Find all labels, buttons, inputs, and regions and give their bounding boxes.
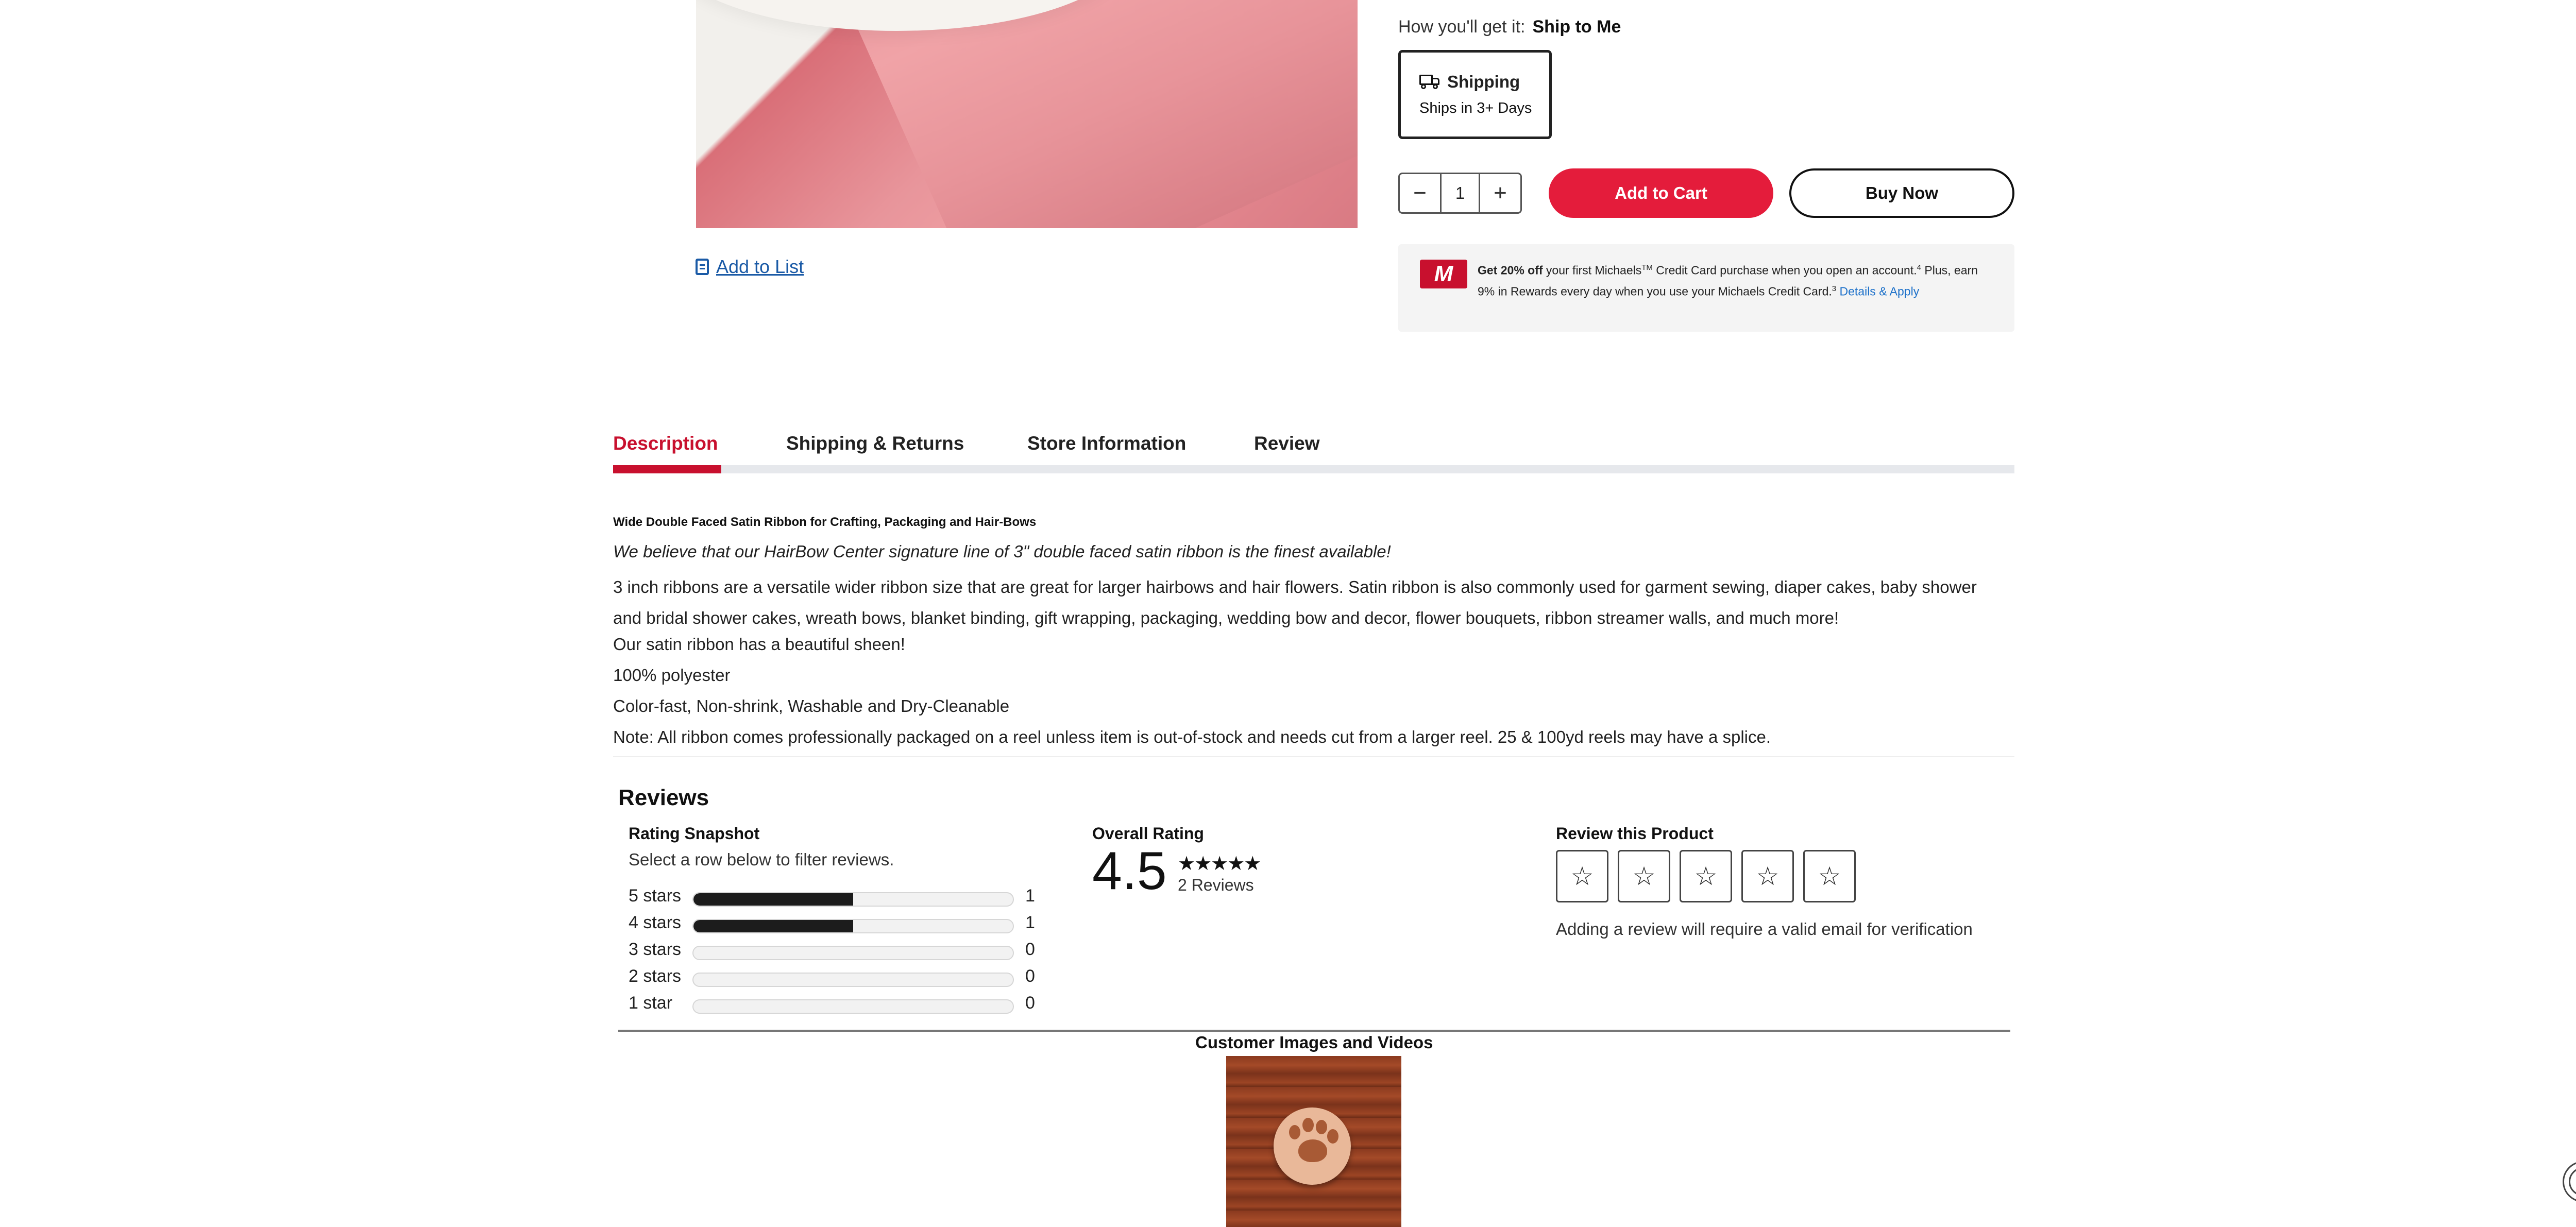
rating-row[interactable]: 4 stars 1 xyxy=(629,913,1041,940)
how-get-label: How you'll get it: xyxy=(1398,17,1526,37)
promo-footnote-4: 4 xyxy=(1917,263,1921,272)
how-get-value: Ship to Me xyxy=(1532,17,1621,37)
review-star-2-button[interactable]: ☆ xyxy=(1618,850,1670,902)
buy-now-button[interactable]: Buy Now xyxy=(1789,168,2014,218)
review-star-4-button[interactable]: ☆ xyxy=(1741,850,1794,902)
overall-rating-value: 4.5 xyxy=(1092,841,1167,901)
description-line: 100% polyester xyxy=(613,666,731,685)
promo-footnote-3: 3 xyxy=(1832,284,1837,293)
shipping-option-card[interactable]: Shipping Ships in 3+ Days xyxy=(1398,50,1552,139)
product-tabs: Description Shipping & Returns Store Inf… xyxy=(613,433,2014,474)
rating-row[interactable]: 1 star 0 xyxy=(629,993,1041,1020)
description-line: Our satin ribbon has a beautiful sheen! xyxy=(613,635,905,654)
rating-row[interactable]: 5 stars 1 xyxy=(629,886,1041,913)
rating-bar xyxy=(692,999,1014,1014)
increase-quantity-button[interactable]: + xyxy=(1480,174,1520,212)
rating-row-label: 3 stars xyxy=(629,940,682,959)
truck-icon xyxy=(1419,75,1440,89)
michaels-card-logo: M xyxy=(1420,260,1467,288)
rating-bar xyxy=(692,892,1014,907)
accessibility-icon xyxy=(2569,1167,2576,1196)
description-lead: We believe that our HairBow Center signa… xyxy=(613,542,1391,561)
product-image[interactable] xyxy=(696,0,1358,228)
rating-row-count: 0 xyxy=(1025,940,1035,959)
rating-row-label: 4 stars xyxy=(629,913,682,932)
review-star-3-button[interactable]: ☆ xyxy=(1680,850,1732,902)
tab-shipping-returns[interactable]: Shipping & Returns xyxy=(786,433,964,454)
rating-bar xyxy=(692,919,1014,933)
add-to-list-link[interactable]: Add to List xyxy=(696,256,804,278)
tab-description[interactable]: Description xyxy=(613,433,718,454)
promo-text: Get 20% off your first MichaelsTM Credit… xyxy=(1478,259,1998,300)
review-star-5-button[interactable]: ☆ xyxy=(1803,850,1856,902)
paw-print-icon xyxy=(1274,1107,1351,1185)
customer-image-thumbnail[interactable] xyxy=(1226,1056,1401,1227)
rating-row-label: 5 stars xyxy=(629,886,682,906)
rating-row-count: 1 xyxy=(1025,913,1035,932)
rating-bar xyxy=(692,946,1014,960)
customer-media-title: Customer Images and Videos xyxy=(1195,1033,1433,1052)
rating-snapshot-title: Rating Snapshot xyxy=(629,824,760,843)
reviews-heading: Reviews xyxy=(618,785,709,810)
rating-row-label: 1 star xyxy=(629,993,673,1013)
fulfillment-label: How you'll get it: Ship to Me xyxy=(1398,17,1621,37)
details-apply-link[interactable]: Details & Apply xyxy=(1840,284,1920,298)
shipping-title: Shipping xyxy=(1447,72,1520,91)
rating-row-count: 1 xyxy=(1025,886,1035,906)
tab-active-indicator xyxy=(613,465,721,473)
promo-tm: TM xyxy=(1641,263,1653,272)
overall-rating-stars-icon: ★★★★★ xyxy=(1178,853,1261,875)
tab-review[interactable]: Review xyxy=(1254,433,1320,454)
add-to-cart-button[interactable]: Add to Cart xyxy=(1549,168,1773,218)
accessibility-button[interactable] xyxy=(2563,1161,2576,1202)
rating-bar-fill xyxy=(693,893,853,906)
list-icon xyxy=(696,259,709,275)
description-line: Note: All ribbon comes professionally pa… xyxy=(613,727,1771,746)
quantity-value[interactable]: 1 xyxy=(1440,174,1480,212)
ribbon-band xyxy=(799,0,1358,228)
shipping-title-row: Shipping xyxy=(1419,72,1520,92)
rating-row-count: 0 xyxy=(1025,966,1035,986)
decrease-quantity-button[interactable]: − xyxy=(1400,174,1440,212)
review-star-1-button[interactable]: ☆ xyxy=(1556,850,1608,902)
rating-bar-fill xyxy=(693,920,853,932)
rating-row[interactable]: 2 stars 0 xyxy=(629,966,1041,993)
description-divider xyxy=(613,756,2014,757)
rating-row-count: 0 xyxy=(1025,993,1035,1013)
customer-media-divider xyxy=(618,1030,2010,1032)
overall-review-count[interactable]: 2 Reviews xyxy=(1178,876,1254,895)
quantity-stepper[interactable]: − 1 + xyxy=(1398,173,1522,214)
tab-store-information[interactable]: Store Information xyxy=(1027,433,1186,454)
promo-text-2: Credit Card purchase when you open an ac… xyxy=(1652,263,1917,277)
add-to-list-label: Add to List xyxy=(716,256,804,277)
description-title: Wide Double Faced Satin Ribbon for Craft… xyxy=(613,515,1037,529)
rating-row-label: 2 stars xyxy=(629,966,682,986)
credit-card-promo: M Get 20% off your first MichaelsTM Cred… xyxy=(1398,244,2014,332)
rating-bar xyxy=(692,973,1014,987)
promo-bold: Get 20% off xyxy=(1478,263,1543,277)
rating-row[interactable]: 3 stars 0 xyxy=(629,940,1041,966)
description-line: Color-fast, Non-shrink, Washable and Dry… xyxy=(613,696,1010,715)
tabs-track xyxy=(613,465,2014,473)
review-product-title: Review this Product xyxy=(1556,824,1714,843)
promo-text-1: your first Michaels xyxy=(1543,263,1642,277)
rating-snapshot-subtitle: Select a row below to filter reviews. xyxy=(629,850,894,869)
shipping-sub: Ships in 3+ Days xyxy=(1419,100,1532,116)
review-note: Adding a review will require a valid ema… xyxy=(1556,919,1973,939)
description-paragraph: 3 inch ribbons are a versatile wider rib… xyxy=(613,577,1977,627)
